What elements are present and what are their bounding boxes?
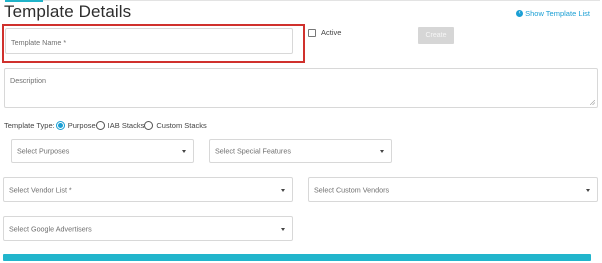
- caret-down-icon: [182, 150, 186, 153]
- description-field[interactable]: Description: [4, 68, 598, 108]
- description-placeholder: Description: [10, 76, 46, 85]
- template-type-group: Template Type: Purpose IAB Stacks Custom…: [4, 121, 207, 130]
- radio-iab-stacks-label: IAB Stacks: [107, 121, 145, 130]
- resize-handle-icon[interactable]: [590, 100, 595, 105]
- caret-down-icon: [380, 150, 384, 153]
- select-google-advertisers-placeholder: Select Google Advertisers: [9, 224, 92, 233]
- radio-custom-stacks[interactable]: [144, 121, 154, 130]
- radio-custom-stacks-label: Custom Stacks: [156, 121, 207, 130]
- select-purposes[interactable]: Select Purposes: [11, 139, 194, 163]
- page-title: Template Details: [4, 2, 132, 21]
- radio-option-iab-stacks[interactable]: IAB Stacks: [95, 121, 145, 130]
- radio-option-custom-stacks[interactable]: Custom Stacks: [144, 121, 207, 130]
- select-custom-vendors-placeholder: Select Custom Vendors: [314, 185, 390, 194]
- select-purposes-placeholder: Select Purposes: [17, 146, 70, 156]
- select-google-advertisers[interactable]: Select Google Advertisers: [3, 216, 293, 241]
- caret-down-icon: [281, 188, 285, 192]
- select-special-features[interactable]: Select Special Features: [209, 139, 392, 163]
- template-type-label: Template Type: [4, 121, 53, 130]
- select-vendor-list-placeholder: Select Vendor List *: [9, 185, 72, 194]
- select-vendor-list[interactable]: Select Vendor List *: [3, 177, 293, 202]
- radio-purpose[interactable]: [55, 121, 65, 130]
- radio-iab-stacks[interactable]: [95, 121, 105, 130]
- show-template-list-link[interactable]: ‹ Show Template List: [516, 9, 590, 18]
- select-custom-vendors[interactable]: Select Custom Vendors: [308, 177, 598, 202]
- radio-option-purpose[interactable]: Purpose: [55, 121, 96, 130]
- chevron-left-circle-icon: ‹: [516, 10, 524, 17]
- radio-purpose-label: Purpose: [67, 121, 96, 130]
- active-label: Active: [321, 28, 342, 37]
- bottom-accent-bar: [3, 254, 591, 261]
- active-checkbox[interactable]: [308, 28, 316, 37]
- active-toggle[interactable]: Active: [308, 28, 341, 37]
- top-divider: [43, 0, 600, 1]
- select-special-features-placeholder: Select Special Features: [215, 146, 291, 156]
- caret-down-icon: [281, 227, 285, 231]
- show-template-list-label: Show Template List: [525, 9, 590, 18]
- caret-down-icon: [586, 188, 590, 192]
- highlight-box: [2, 24, 305, 63]
- create-button[interactable]: Create: [418, 27, 454, 44]
- template-type-colon: :: [52, 121, 55, 130]
